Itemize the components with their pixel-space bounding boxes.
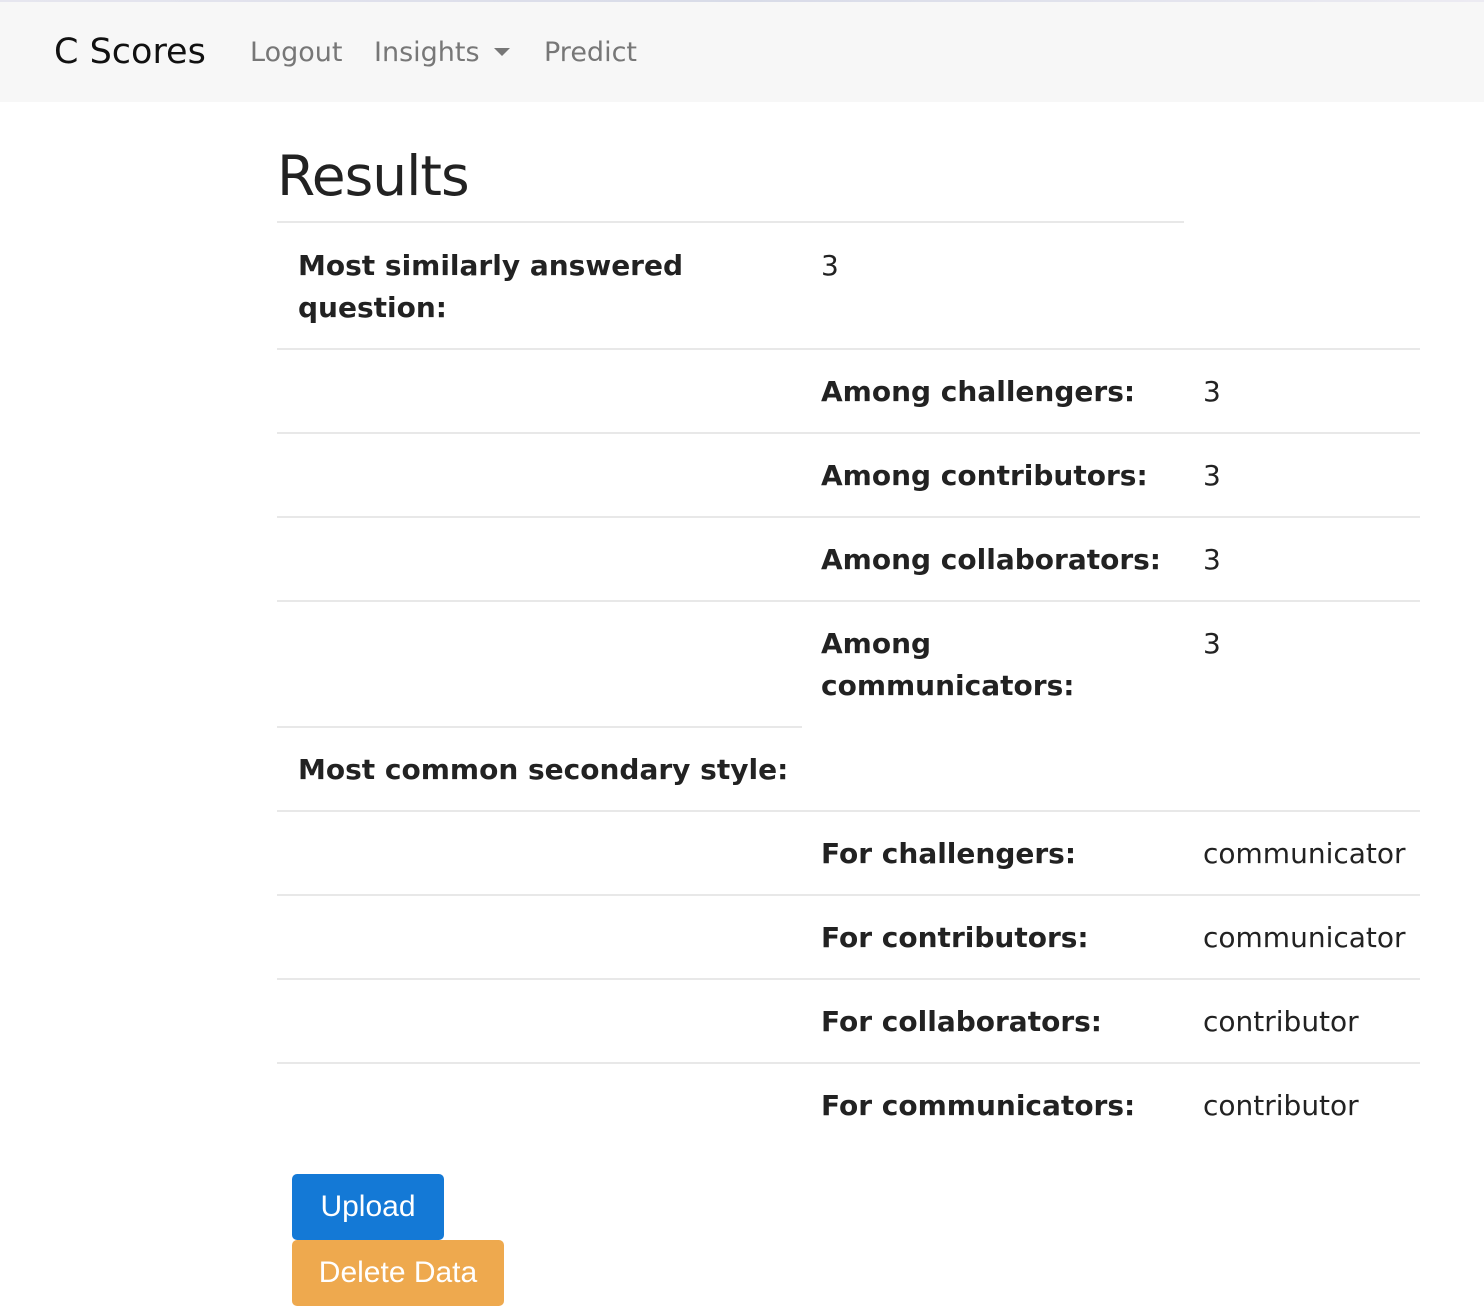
table-divider bbox=[277, 348, 1420, 350]
table-divider bbox=[277, 432, 1420, 434]
delete-data-button[interactable]: Delete Data bbox=[292, 1240, 504, 1306]
among-contributors-value: 3 bbox=[1203, 459, 1221, 492]
brand-link[interactable]: C Scores bbox=[54, 32, 206, 72]
among-communicators-line2: communicators: bbox=[821, 669, 1075, 702]
for-collaborators-value: contributor bbox=[1203, 1005, 1359, 1038]
table-divider bbox=[277, 810, 1420, 812]
table-divider bbox=[277, 978, 1420, 980]
nav-predict[interactable]: Predict bbox=[544, 36, 637, 70]
for-communicators-label: For communicators: bbox=[821, 1089, 1136, 1122]
among-collaborators-label: Among collaborators: bbox=[821, 543, 1162, 576]
table-divider bbox=[277, 221, 1184, 223]
among-challengers-value: 3 bbox=[1203, 375, 1221, 408]
most-similar-label-line1: Most similarly answered bbox=[298, 249, 684, 282]
navbar: C Scores Logout Insights Predict bbox=[0, 2, 1484, 102]
table-divider bbox=[277, 894, 1420, 896]
upload-button[interactable]: Upload bbox=[292, 1174, 444, 1240]
secondary-style-label: Most common secondary style: bbox=[298, 753, 789, 786]
among-collaborators-value: 3 bbox=[1203, 543, 1221, 576]
table-divider bbox=[277, 600, 1420, 602]
for-contributors-value: communicator bbox=[1203, 921, 1406, 954]
table-divider bbox=[277, 726, 802, 728]
for-collaborators-label: For collaborators: bbox=[821, 1005, 1102, 1038]
for-challengers-value: communicator bbox=[1203, 837, 1406, 870]
most-similar-label-line2: question: bbox=[298, 291, 447, 324]
table-divider bbox=[277, 1062, 1420, 1064]
table-divider bbox=[277, 516, 1420, 518]
page-title: Results bbox=[277, 144, 470, 208]
nav-insights-dropdown[interactable]: Insights bbox=[374, 36, 510, 70]
nav-insights-label: Insights bbox=[374, 37, 480, 68]
among-communicators-label: Among communicators: bbox=[821, 623, 1074, 707]
among-communicators-line1: Among bbox=[821, 627, 932, 660]
nav-logout[interactable]: Logout bbox=[250, 36, 342, 70]
for-communicators-value: contributor bbox=[1203, 1089, 1359, 1122]
caret-down-icon bbox=[493, 47, 510, 56]
most-similar-label: Most similarly answered question: bbox=[298, 245, 683, 329]
among-communicators-value: 3 bbox=[1203, 627, 1221, 660]
most-similar-value: 3 bbox=[821, 249, 839, 282]
among-challengers-label: Among challengers: bbox=[821, 375, 1136, 408]
for-contributors-label: For contributors: bbox=[821, 921, 1089, 954]
for-challengers-label: For challengers: bbox=[821, 837, 1077, 870]
among-contributors-label: Among contributors: bbox=[821, 459, 1148, 492]
